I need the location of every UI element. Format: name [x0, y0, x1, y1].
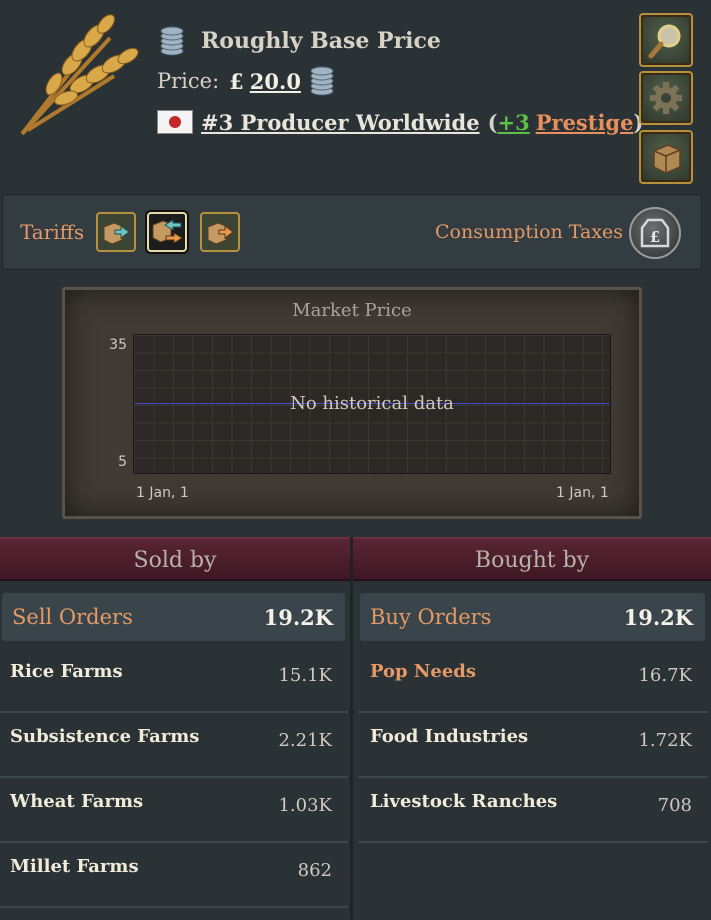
prestige-link[interactable]: Prestige — [536, 110, 634, 135]
y-tick-bottom: 5 — [118, 454, 127, 470]
seller-value: 15.1K — [278, 665, 332, 686]
tariff-import-button[interactable] — [96, 212, 136, 252]
svg-text:£: £ — [650, 228, 660, 246]
list-item[interactable]: Pop Needs 16.7K — [358, 648, 708, 713]
producer-rank-line: #3 Producer Worldwide ( +3 Prestige ) — [157, 104, 643, 140]
goods-button[interactable] — [639, 130, 693, 184]
price-category: Roughly Base Price — [201, 28, 441, 54]
bought-by-header: Bought by — [353, 537, 711, 581]
list-item[interactable]: Food Industries 1.72K — [358, 713, 708, 778]
export-arrow-icon — [207, 222, 234, 245]
seller-name: Millet Farms — [10, 856, 139, 877]
seller-name: Wheat Farms — [10, 791, 144, 812]
magnifier-icon — [648, 24, 681, 59]
search-button[interactable] — [639, 13, 693, 67]
tariffs-label: Tariffs — [20, 220, 85, 244]
coin-stack-icon — [310, 66, 334, 96]
wheat-icon — [20, 14, 139, 136]
two-way-arrow-icon — [152, 219, 183, 244]
list-item[interactable]: Livestock Ranches 708 — [358, 778, 708, 843]
sell-orders-label: Sell Orders — [12, 605, 133, 629]
sell-orders-total: 19.2K — [263, 604, 333, 630]
sold-by-header: Sold by — [0, 537, 350, 581]
list-item[interactable]: Wheat Farms 1.03K — [0, 778, 348, 843]
import-arrow-icon — [103, 222, 130, 245]
buyer-value: 16.7K — [638, 665, 692, 686]
open-paren: ( — [487, 109, 498, 135]
seller-name: Rice Farms — [10, 661, 123, 682]
bought-by-list: Pop Needs 16.7K Food Industries 1.72K Li… — [358, 648, 708, 843]
buyer-name: Food Industries — [370, 726, 529, 747]
no-data-message: No historical data — [290, 393, 454, 414]
coin-stack-icon — [160, 26, 184, 56]
list-item[interactable]: Subsistence Farms 2.21K — [0, 713, 348, 778]
prestige-bonus[interactable]: +3 — [498, 110, 530, 135]
price-category-line: Roughly Base Price — [157, 24, 441, 58]
japan-flag-icon — [157, 110, 193, 134]
sold-by-list: Rice Farms 15.1K Subsistence Farms 2.21K… — [0, 648, 348, 908]
consumption-taxes-label: Consumption Taxes — [435, 221, 624, 243]
list-item[interactable]: Millet Farms 862 — [0, 843, 348, 908]
seller-name: Subsistence Farms — [10, 726, 200, 747]
buyer-value: 1.72K — [638, 730, 692, 751]
crate-icon — [653, 144, 681, 174]
y-tick-top: 35 — [109, 337, 127, 353]
column-divider — [350, 537, 353, 920]
price-value[interactable]: 20.0 — [250, 69, 301, 94]
seller-value: 862 — [297, 860, 332, 881]
tariff-export-button[interactable] — [200, 212, 240, 252]
buy-orders-row[interactable]: Buy Orders 19.2K — [360, 593, 705, 641]
list-item[interactable]: Rice Farms 15.1K — [0, 648, 348, 713]
seller-value: 1.03K — [278, 795, 332, 816]
price-label: Price: — [157, 69, 220, 93]
x-tick-right: 1 Jan, 1 — [556, 485, 609, 501]
consumption-taxes-button[interactable]: £ — [629, 207, 681, 259]
sell-orders-row[interactable]: Sell Orders 19.2K — [2, 593, 345, 641]
settings-button[interactable] — [639, 71, 693, 125]
x-tick-left: 1 Jan, 1 — [136, 485, 189, 501]
currency-symbol: £ — [229, 68, 244, 94]
money-tag-icon: £ — [640, 218, 670, 248]
producer-rank[interactable]: #3 Producer Worldwide — [201, 110, 480, 135]
gear-icon — [650, 82, 682, 114]
buyer-name: Livestock Ranches — [370, 791, 558, 812]
buyer-name: Pop Needs — [370, 661, 476, 682]
buyer-value: 708 — [657, 795, 692, 816]
buy-orders-total: 19.2K — [623, 604, 693, 630]
buy-orders-label: Buy Orders — [370, 605, 492, 629]
seller-value: 2.21K — [278, 730, 332, 751]
price-line: Price: £ 20.0 — [157, 64, 337, 98]
chart-title: Market Price — [292, 300, 412, 321]
tariff-both-button[interactable] — [147, 212, 187, 252]
